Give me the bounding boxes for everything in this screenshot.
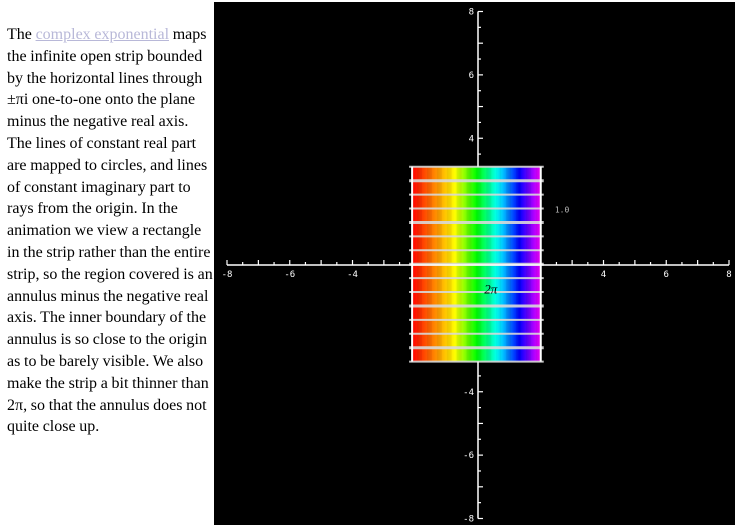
- y-tick-label: -6: [463, 451, 474, 461]
- intro-text: The: [7, 26, 36, 43]
- y-tick-label: 8: [469, 8, 474, 18]
- strip-rectangle: [409, 165, 544, 363]
- y-tick-label: 4: [469, 134, 474, 144]
- x-tick-label: -4: [347, 270, 358, 280]
- plot-panel: -8 -6 -4 4 6 8 8 6 4 -4 -6 -8 2π 1.0: [214, 2, 735, 525]
- x-tick-label: -8: [222, 270, 233, 280]
- y-tick-label: -8: [463, 515, 474, 525]
- complex-exponential-link[interactable]: complex exponential: [36, 26, 169, 43]
- x-tick-label: 6: [664, 270, 669, 280]
- complex-plane-plot: -8 -6 -4 4 6 8 8 6 4 -4 -6 -8 2π 1.0: [222, 8, 732, 525]
- body-text: maps the infinite open strip bounded by …: [7, 26, 213, 436]
- description-text: The complex exponential maps the infinit…: [7, 24, 213, 438]
- y-tick-label: -4: [463, 388, 474, 398]
- two-pi-annotation: 2π: [484, 282, 498, 297]
- parameter-label: 1.0: [555, 206, 570, 215]
- x-tick-label: 8: [726, 270, 731, 280]
- x-tick-label: -6: [284, 270, 295, 280]
- y-tick-label: 6: [469, 71, 474, 81]
- x-tick-label: 4: [601, 270, 606, 280]
